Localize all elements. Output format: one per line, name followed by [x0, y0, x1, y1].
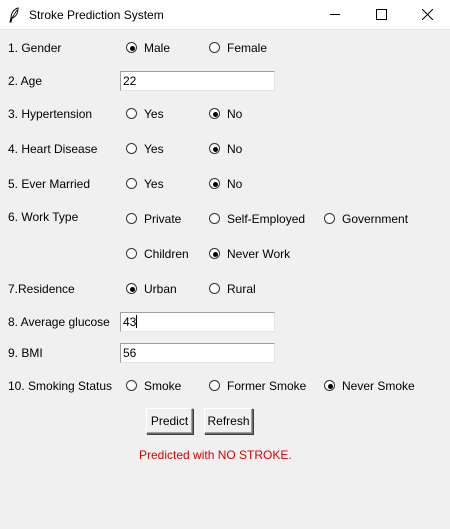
gender-label: 1. Gender — [8, 41, 62, 55]
radio-circle-icon — [209, 143, 220, 154]
radio-label: Children — [144, 247, 189, 261]
text-cursor — [136, 315, 138, 328]
residence-label: 7.Residence — [8, 282, 75, 296]
radio-circle-icon — [126, 283, 137, 294]
radio-label: Female — [227, 41, 268, 55]
radio-label: Male — [144, 41, 171, 55]
maximize-button[interactable] — [358, 0, 404, 30]
radio-label: Rural — [227, 282, 256, 296]
smoking-label: 10. Smoking Status — [8, 379, 113, 393]
radio-label: Never Work — [227, 247, 291, 261]
glucose-input[interactable]: 43 — [120, 312, 275, 332]
radio-label: Smoke — [144, 379, 182, 393]
prediction-result: Predicted with NO STROKE. — [139, 448, 292, 462]
radio-dot-icon — [213, 252, 218, 257]
radio-label: Never Smoke — [342, 379, 415, 393]
glucose-label: 8. Average glucose — [8, 315, 110, 329]
predict-button[interactable]: Predict — [146, 408, 193, 434]
close-icon — [422, 9, 433, 20]
radio-circle-icon — [209, 178, 220, 189]
radio-circle-icon — [126, 213, 137, 224]
minimize-icon — [330, 14, 340, 15]
radio-label: Yes — [144, 142, 164, 156]
radio-label: Yes — [144, 107, 164, 121]
ever-married-label: 5. Ever Married — [8, 177, 91, 191]
radio-circle-icon — [126, 248, 137, 259]
age-value: 22 — [123, 74, 137, 88]
radio-dot-icon — [213, 147, 218, 152]
minimize-button[interactable] — [312, 0, 358, 30]
title-bar: Stroke Prediction System — [0, 0, 450, 30]
radio-dot-icon — [328, 384, 333, 389]
radio-circle-icon — [209, 283, 220, 294]
radio-circle-icon — [209, 213, 220, 224]
radio-label: Former Smoke — [227, 379, 307, 393]
radio-circle-icon — [209, 42, 220, 53]
radio-circle-icon — [209, 108, 220, 119]
glucose-value: 43 — [123, 315, 137, 329]
close-button[interactable] — [404, 0, 450, 30]
bmi-input[interactable]: 56 — [120, 343, 275, 363]
radio-label: No — [227, 177, 243, 191]
radio-circle-icon — [126, 178, 137, 189]
radio-circle-icon — [126, 42, 137, 53]
bmi-value: 56 — [123, 346, 137, 360]
heart-disease-label: 4. Heart Disease — [8, 142, 98, 156]
radio-dot-icon — [213, 112, 218, 117]
radio-dot-icon — [130, 46, 135, 51]
work-type-label: 6. Work Type — [8, 210, 79, 224]
hypertension-label: 3. Hypertension — [8, 107, 93, 121]
age-label: 2. Age — [8, 74, 43, 88]
radio-circle-icon — [324, 213, 335, 224]
maximize-icon — [376, 9, 387, 20]
radio-label: No — [227, 107, 243, 121]
bmi-label: 9. BMI — [8, 346, 43, 360]
radio-label: Yes — [144, 177, 164, 191]
radio-circle-icon — [126, 143, 137, 154]
refresh-button[interactable]: Refresh — [204, 408, 253, 434]
radio-label: Private — [144, 212, 182, 226]
radio-circle-icon — [324, 380, 335, 391]
radio-label: No — [227, 142, 243, 156]
radio-label: Self-Employed — [227, 212, 306, 226]
radio-circle-icon — [126, 380, 137, 391]
radio-dot-icon — [213, 182, 218, 187]
feather-icon — [9, 7, 19, 23]
age-input[interactable]: 22 — [120, 71, 275, 91]
radio-label: Urban — [144, 282, 177, 296]
radio-circle-icon — [126, 108, 137, 119]
radio-circle-icon — [209, 248, 220, 259]
radio-label: Government — [342, 212, 409, 226]
radio-circle-icon — [209, 380, 220, 391]
radio-dot-icon — [130, 287, 135, 292]
window-title: Stroke Prediction System — [29, 8, 164, 22]
